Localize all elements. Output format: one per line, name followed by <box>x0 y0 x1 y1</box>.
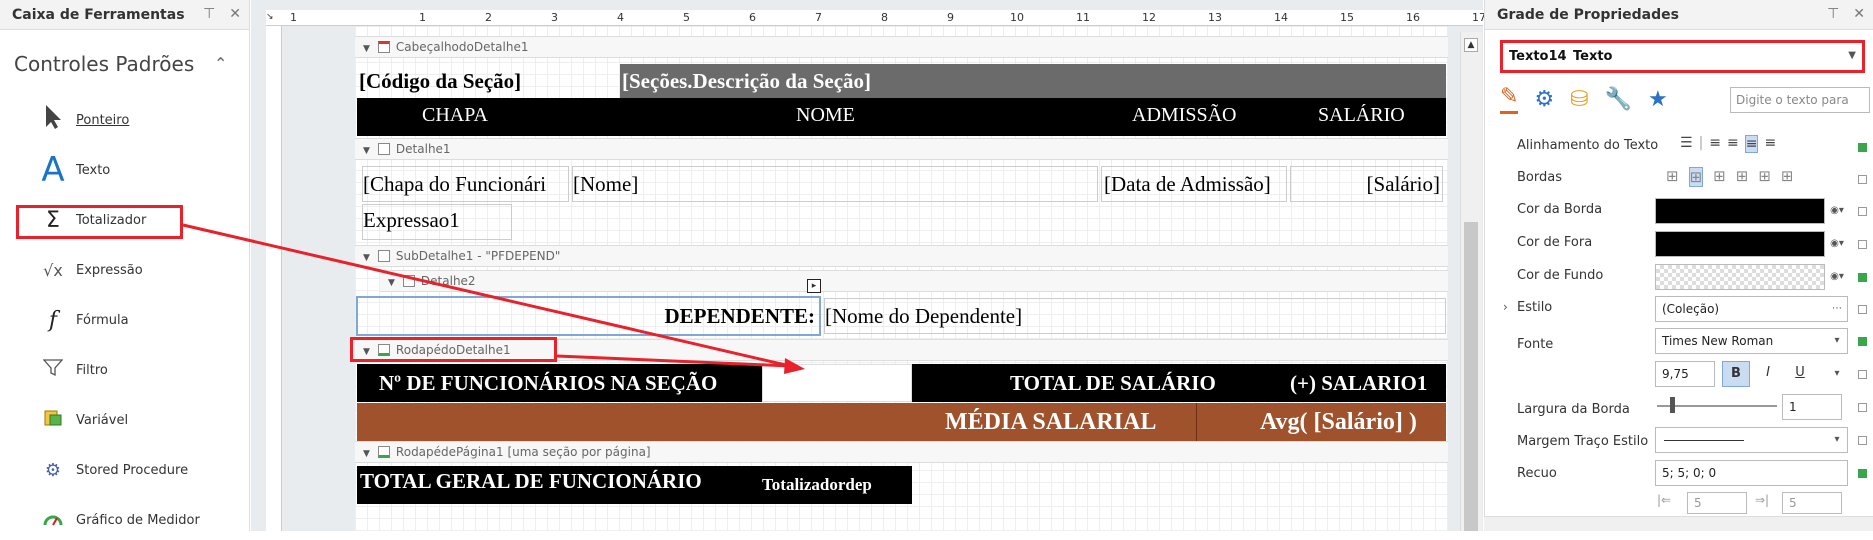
prop-value-fonte[interactable]: Times New Roman <box>1655 328 1848 354</box>
chevron-down-icon[interactable]: ◉▾ <box>1828 198 1846 224</box>
prop-label-recuo: Recuo <box>1517 466 1557 481</box>
expand-icon[interactable]: › <box>1503 300 1508 314</box>
brush-icon[interactable]: ✎ <box>1500 84 1519 114</box>
ellipsis-icon[interactable]: ⋯ <box>1828 296 1846 322</box>
align-full-icon[interactable]: ≡ <box>1764 135 1776 153</box>
chevron-down-icon[interactable]: ▾ <box>1828 328 1846 354</box>
prop-label-cor-fundo: Cor de Fundo <box>1517 268 1604 283</box>
indent-right-icon: ⇒| <box>1755 493 1770 507</box>
border-buttons: ⊞ ⊞ ⊞ ⊞ ⊞ ⊞ <box>1666 167 1793 187</box>
wrench-icon[interactable]: 🔧 <box>1605 87 1632 112</box>
align-right-icon[interactable]: ≡ <box>1744 135 1759 153</box>
border-left-icon[interactable]: ⊞ <box>1713 167 1726 187</box>
gears-icon[interactable]: ⚙ <box>1534 87 1554 112</box>
slider-thumb[interactable] <box>1670 397 1675 413</box>
underline-icon[interactable]: U <box>1786 361 1814 387</box>
object-selector[interactable]: Texto14 Texto ▼ <box>1500 40 1865 73</box>
prop-label-margem: Margem Traço Estilo <box>1517 434 1649 449</box>
selected-object-name: Texto14 <box>1509 49 1567 64</box>
prop-label-cor-fora: Cor de Fora <box>1517 235 1593 250</box>
prop-label-align: Alinhamento do Texto <box>1517 138 1659 153</box>
align-left-icon[interactable]: ≡ <box>1709 135 1721 153</box>
border-none-icon[interactable]: ⊞ <box>1666 167 1679 187</box>
pin-icon[interactable]: ⊤ <box>1827 6 1839 22</box>
font-size-input[interactable]: 9,75 <box>1655 361 1715 387</box>
star-icon[interactable]: ★ <box>1648 87 1668 112</box>
prop-marker <box>1858 469 1867 478</box>
color-cor-fundo[interactable] <box>1655 264 1825 290</box>
align-buttons: ☰ | ≡ ≡ ≡ ≡ <box>1680 135 1777 153</box>
prop-value-largura[interactable]: 1 <box>1782 394 1842 420</box>
prop-marker <box>1858 305 1867 314</box>
prop-marker <box>1858 337 1867 346</box>
chevron-down-icon[interactable]: ▼ <box>1848 50 1856 61</box>
border-right-icon[interactable]: ⊞ <box>1758 167 1771 187</box>
prop-marker <box>1858 436 1867 445</box>
selected-object-type: Texto <box>1573 49 1613 64</box>
scroll-up-icon[interactable]: ▲ <box>1464 38 1478 52</box>
chevron-down-icon[interactable]: ▾ <box>1828 361 1846 387</box>
prop-value-recuo[interactable]: 5; 5; 0; 0 <box>1655 460 1848 486</box>
indent-left-icon: |⇐ <box>1657 493 1672 507</box>
database-icon[interactable]: ⛁ <box>1570 87 1588 112</box>
font-style-buttons: B I U <box>1722 361 1814 387</box>
align-justify-icon[interactable]: ☰ <box>1680 135 1693 153</box>
border-width-slider[interactable] <box>1657 405 1777 407</box>
prop-marker <box>1858 403 1867 412</box>
properties-toolbar: ✎ ⚙ ⛁ 🔧 ★ <box>1500 84 1668 114</box>
property-search-input[interactable]: Digite o texto para <box>1730 87 1870 113</box>
prop-marker <box>1858 370 1867 379</box>
prop-label-largura: Largura da Borda <box>1517 402 1630 417</box>
italic-icon[interactable]: I <box>1754 361 1782 387</box>
prop-marker <box>1858 175 1867 184</box>
prop-label-fonte: Fonte <box>1517 337 1554 352</box>
border-bottom-icon[interactable]: ⊞ <box>1781 167 1794 187</box>
chevron-down-icon[interactable]: ◉▾ <box>1828 231 1846 257</box>
color-cor-borda[interactable] <box>1655 198 1825 224</box>
border-top-icon[interactable]: ⊞ <box>1736 167 1749 187</box>
prop-marker <box>1858 143 1867 152</box>
prop-label-bordas: Bordas <box>1517 170 1562 185</box>
chevron-down-icon[interactable]: ◉▾ <box>1828 264 1846 290</box>
properties-scroll-area[interactable] <box>1484 516 1873 531</box>
prop-value-margem[interactable] <box>1655 427 1848 453</box>
prop-value-estilo[interactable]: (Coleção) <box>1655 296 1848 322</box>
prop-marker <box>1858 240 1867 249</box>
border-all-icon[interactable]: ⊞ <box>1688 167 1704 187</box>
chevron-down-icon[interactable]: ▾ <box>1828 427 1846 453</box>
scrollbar-thumb[interactable] <box>1464 222 1478 531</box>
prop-label-estilo: Estilo <box>1517 300 1553 315</box>
align-center-icon[interactable]: ≡ <box>1727 135 1739 153</box>
prop-value-recuo-left[interactable]: 5 <box>1687 492 1747 514</box>
prop-value-recuo-right[interactable]: 5 <box>1782 492 1842 514</box>
close-icon[interactable]: ✕ <box>1853 6 1865 22</box>
color-cor-fora[interactable] <box>1655 231 1825 257</box>
prop-marker <box>1858 273 1867 282</box>
bold-icon[interactable]: B <box>1722 361 1750 387</box>
prop-marker <box>1858 207 1867 216</box>
prop-label-cor-borda: Cor da Borda <box>1517 202 1603 217</box>
search-placeholder: Digite o texto para <box>1736 93 1849 107</box>
